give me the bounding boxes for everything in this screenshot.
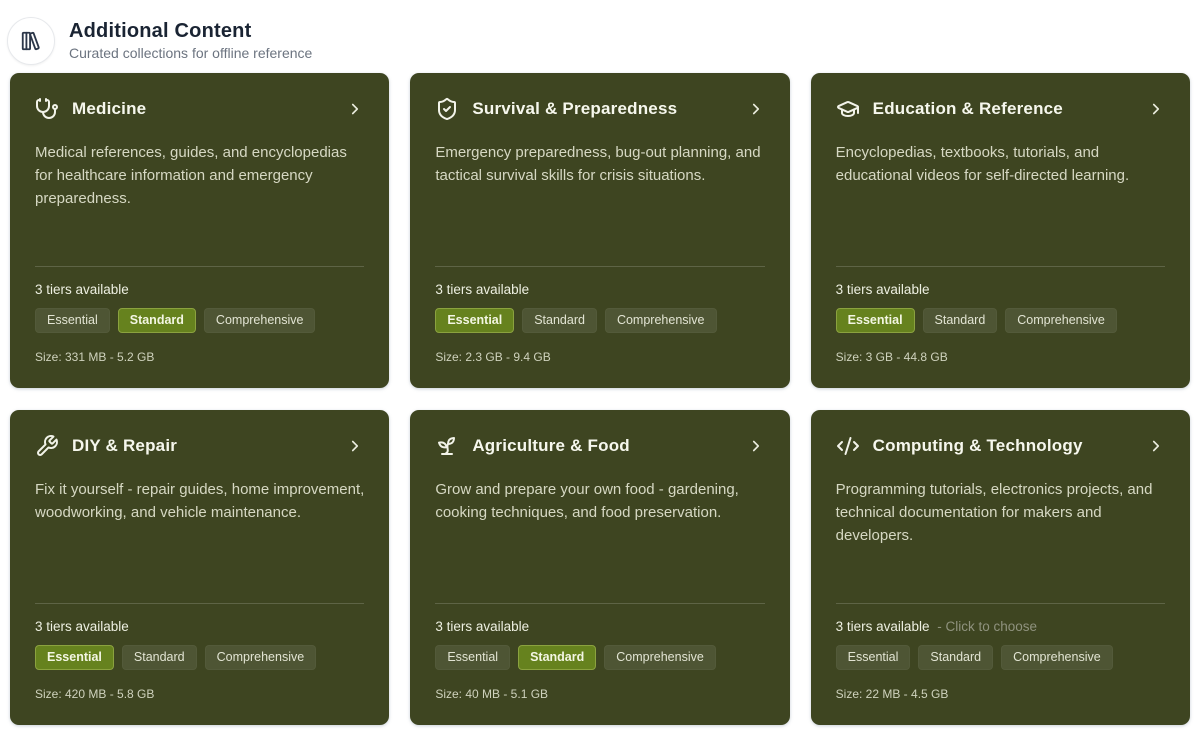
- category-card-medicine[interactable]: Medicine Medical references, guides, and…: [10, 73, 389, 388]
- shield-check-icon: [435, 97, 459, 121]
- size-range: Size: 22 MB - 4.5 GB: [836, 687, 1165, 701]
- card-title: Medicine: [72, 99, 333, 119]
- tier-badge-essential[interactable]: Essential: [35, 308, 110, 334]
- tiers-count: 3 tiers available: [435, 282, 529, 297]
- category-grid: Medicine Medical references, guides, and…: [10, 73, 1190, 725]
- chevron-right-icon: [346, 100, 364, 118]
- tiers-count: 3 tiers available: [35, 282, 129, 297]
- tier-badge-standard[interactable]: Standard: [118, 308, 196, 334]
- category-card-education-reference[interactable]: Education & Reference Encyclopedias, tex…: [811, 73, 1190, 388]
- tier-badge-standard[interactable]: Standard: [522, 308, 597, 334]
- chevron-right-icon: [1147, 100, 1165, 118]
- tier-badge-essential[interactable]: Essential: [836, 308, 915, 334]
- tier-badges: Essential Standard Comprehensive: [435, 645, 764, 671]
- tier-badges: Essential Standard Comprehensive: [35, 645, 364, 671]
- tiers-count: 3 tiers available: [836, 282, 930, 297]
- tier-badge-comprehensive[interactable]: Comprehensive: [1001, 645, 1113, 671]
- tier-badge-essential[interactable]: Essential: [435, 645, 510, 671]
- tier-badges: Essential Standard Comprehensive: [435, 308, 764, 334]
- size-range: Size: 331 MB - 5.2 GB: [35, 350, 364, 364]
- card-title: Education & Reference: [873, 99, 1134, 119]
- divider: [836, 266, 1165, 267]
- divider: [35, 266, 364, 267]
- divider: [35, 603, 364, 604]
- chevron-right-icon: [346, 437, 364, 455]
- chevron-right-icon: [747, 437, 765, 455]
- chevron-right-icon: [747, 100, 765, 118]
- tiers-count: 3 tiers available: [435, 619, 529, 634]
- card-title: Computing & Technology: [873, 436, 1134, 456]
- card-description: Grow and prepare your own food - gardeni…: [435, 478, 764, 524]
- size-range: Size: 3 GB - 44.8 GB: [836, 350, 1165, 364]
- divider: [435, 603, 764, 604]
- category-card-agriculture-food[interactable]: Agriculture & Food Grow and prepare your…: [410, 410, 789, 725]
- card-description: Medical references, guides, and encyclop…: [35, 141, 364, 210]
- tier-badge-essential[interactable]: Essential: [435, 308, 514, 334]
- tier-badge-comprehensive[interactable]: Comprehensive: [604, 645, 716, 671]
- card-description: Emergency preparedness, bug-out planning…: [435, 141, 764, 187]
- sprout-icon: [435, 434, 459, 458]
- library-icon: [7, 17, 55, 65]
- page-subtitle: Curated collections for offline referenc…: [69, 45, 312, 61]
- card-description: Encyclopedias, textbooks, tutorials, and…: [836, 141, 1165, 187]
- category-card-diy-repair[interactable]: DIY & Repair Fix it yourself - repair gu…: [10, 410, 389, 725]
- card-title: Survival & Preparedness: [472, 99, 733, 119]
- tier-badge-standard[interactable]: Standard: [122, 645, 197, 671]
- tier-badge-standard[interactable]: Standard: [923, 308, 998, 334]
- stethoscope-icon: [35, 97, 59, 121]
- code-icon: [836, 434, 860, 458]
- tiers-available-label: 3 tiers available: [35, 619, 364, 634]
- tier-badge-comprehensive[interactable]: Comprehensive: [204, 308, 316, 334]
- wrench-icon: [35, 434, 59, 458]
- tier-badge-standard[interactable]: Standard: [918, 645, 993, 671]
- tiers-count: 3 tiers available: [836, 619, 930, 634]
- tier-badges: Essential Standard Comprehensive: [35, 308, 364, 334]
- card-description: Programming tutorials, electronics proje…: [836, 478, 1165, 547]
- size-range: Size: 420 MB - 5.8 GB: [35, 687, 364, 701]
- tier-badge-comprehensive[interactable]: Comprehensive: [205, 645, 317, 671]
- tiers-available-label: 3 tiers available: [35, 282, 364, 297]
- card-title: Agriculture & Food: [472, 436, 733, 456]
- graduation-cap-icon: [836, 97, 860, 121]
- page-header: Additional Content Curated collections f…: [0, 0, 1200, 70]
- tier-badge-comprehensive[interactable]: Comprehensive: [1005, 308, 1117, 334]
- category-card-computing-technology[interactable]: Computing & Technology Programming tutor…: [811, 410, 1190, 725]
- tiers-available-label: 3 tiers available: [836, 282, 1165, 297]
- divider: [836, 603, 1165, 604]
- size-range: Size: 40 MB - 5.1 GB: [435, 687, 764, 701]
- tiers-available-label: 3 tiers available: [435, 619, 764, 634]
- tiers-count: 3 tiers available: [35, 619, 129, 634]
- divider: [435, 266, 764, 267]
- tier-badge-standard[interactable]: Standard: [518, 645, 596, 671]
- tiers-available-label: 3 tiers available - Click to choose: [836, 619, 1165, 634]
- tier-badge-comprehensive[interactable]: Comprehensive: [605, 308, 717, 334]
- card-description: Fix it yourself - repair guides, home im…: [35, 478, 364, 524]
- tier-badge-essential[interactable]: Essential: [35, 645, 114, 671]
- click-to-choose-hint: - Click to choose: [937, 619, 1037, 634]
- tier-badge-essential[interactable]: Essential: [836, 645, 911, 671]
- chevron-right-icon: [1147, 437, 1165, 455]
- tier-badges: Essential Standard Comprehensive: [836, 308, 1165, 334]
- page-title: Additional Content: [69, 20, 312, 43]
- card-title: DIY & Repair: [72, 436, 333, 456]
- tier-badges: Essential Standard Comprehensive: [836, 645, 1165, 671]
- category-card-survival-preparedness[interactable]: Survival & Preparedness Emergency prepar…: [410, 73, 789, 388]
- tiers-available-label: 3 tiers available: [435, 282, 764, 297]
- size-range: Size: 2.3 GB - 9.4 GB: [435, 350, 764, 364]
